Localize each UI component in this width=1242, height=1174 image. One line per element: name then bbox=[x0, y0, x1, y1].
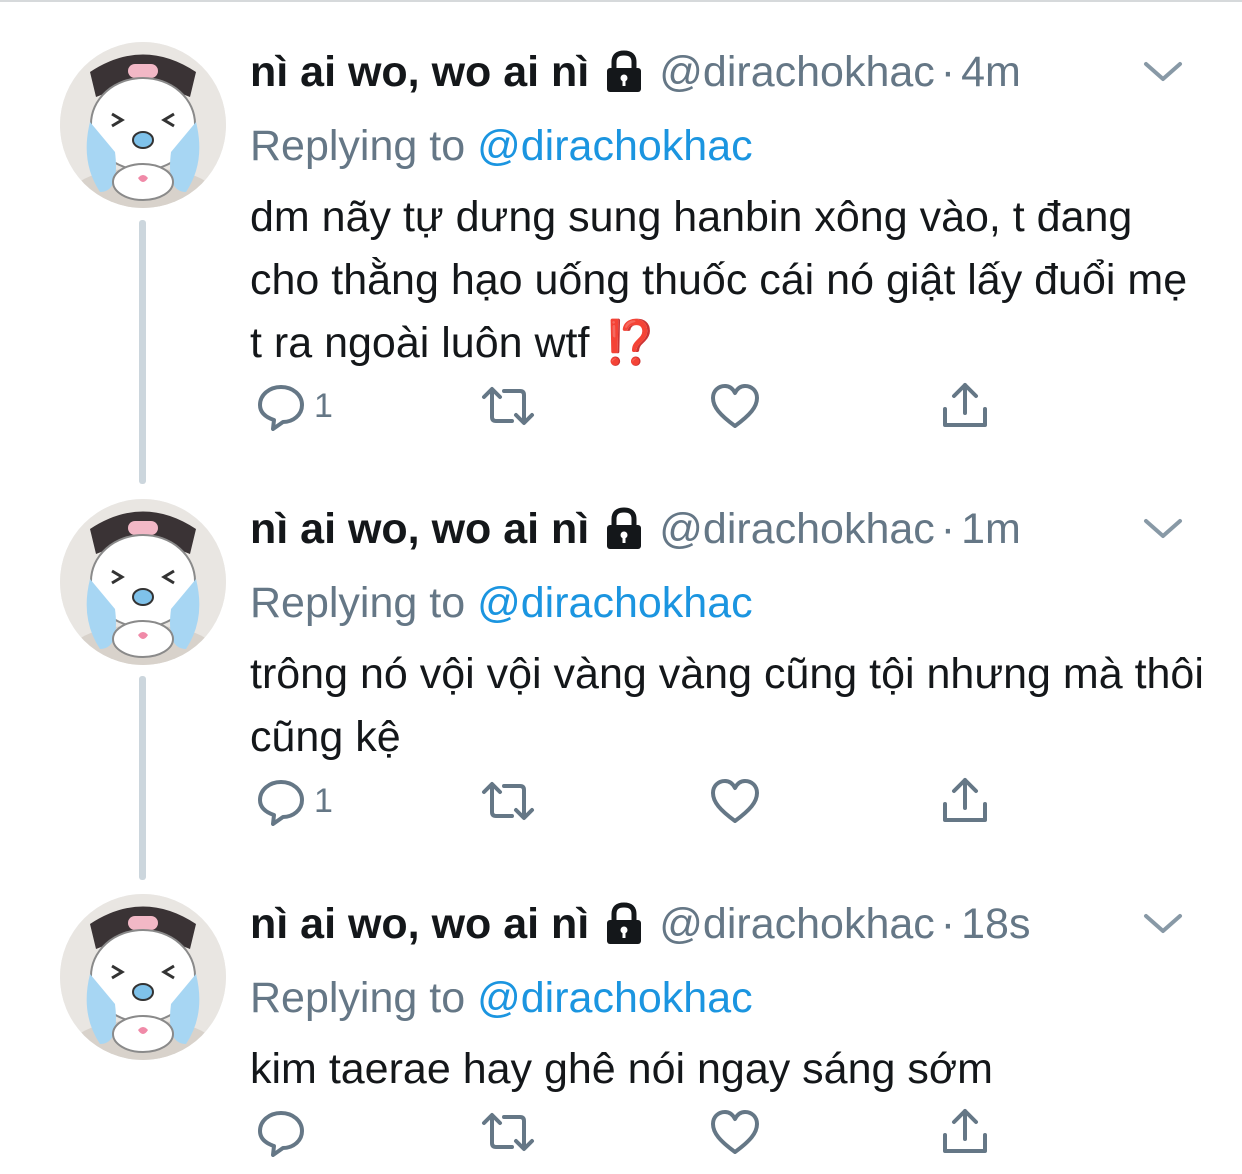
replying-mention[interactable]: @dirachokhac bbox=[477, 122, 753, 170]
replying-to: Replying to @dirachokhac bbox=[250, 573, 753, 633]
retweet-icon bbox=[480, 1107, 536, 1157]
replying-label: Replying to bbox=[250, 579, 466, 627]
display-name[interactable]: nì ai wo, wo ai nì bbox=[250, 499, 589, 559]
share-button[interactable] bbox=[940, 376, 990, 436]
retweet-button[interactable] bbox=[480, 376, 536, 436]
share-button[interactable] bbox=[940, 771, 990, 831]
tweet-header: nì ai wo, wo ai nì @dirachokhac · 4m bbox=[250, 42, 1021, 102]
like-button[interactable] bbox=[710, 1102, 760, 1162]
chevron-down-icon[interactable] bbox=[1140, 511, 1186, 545]
heart-icon bbox=[710, 776, 760, 826]
chevron-down-icon[interactable] bbox=[1140, 54, 1186, 88]
interrobang-emoji: ⁉️ bbox=[603, 319, 657, 367]
tweet-text: dm nãy tự dưng sung hanbin xông vào, t đ… bbox=[250, 186, 1210, 375]
reply-button[interactable] bbox=[256, 1102, 306, 1162]
lock-icon bbox=[603, 50, 645, 94]
like-button[interactable] bbox=[710, 771, 760, 831]
lock-icon bbox=[603, 902, 645, 946]
separator-dot: · bbox=[940, 505, 956, 553]
avatar[interactable] bbox=[60, 499, 226, 665]
reply-icon bbox=[256, 776, 306, 826]
share-button[interactable] bbox=[940, 1102, 990, 1162]
separator-dot: · bbox=[940, 900, 956, 948]
reply-count: 1 bbox=[314, 781, 333, 820]
tweet-text: trông nó vội vội vàng vàng cũng tội nhưn… bbox=[250, 643, 1210, 769]
tweet-text-content: dm nãy tự dưng sung hanbin xông vào, t đ… bbox=[250, 193, 1188, 367]
tweet-text-content: kim taerae hay ghê nói ngay sáng sớm bbox=[250, 1045, 993, 1093]
like-button[interactable] bbox=[710, 376, 760, 436]
replying-mention[interactable]: @dirachokhac bbox=[477, 579, 753, 627]
display-name[interactable]: nì ai wo, wo ai nì bbox=[250, 42, 589, 102]
replying-to: Replying to @dirachokhac bbox=[250, 968, 753, 1028]
chevron-down-icon[interactable] bbox=[1140, 906, 1186, 940]
reply-button[interactable]: 1 bbox=[256, 376, 333, 436]
tweet[interactable]: nì ai wo, wo ai nì @dirachokhac · 4m Rep… bbox=[0, 24, 1242, 464]
reply-icon bbox=[256, 1107, 306, 1157]
retweet-icon bbox=[480, 381, 536, 431]
display-name[interactable]: nì ai wo, wo ai nì bbox=[250, 894, 589, 954]
handle[interactable]: @dirachokhac bbox=[659, 894, 935, 954]
handle[interactable]: @dirachokhac bbox=[659, 42, 935, 102]
reply-icon bbox=[256, 381, 306, 431]
share-icon bbox=[940, 776, 990, 826]
share-icon bbox=[940, 1107, 990, 1157]
replying-label: Replying to bbox=[250, 974, 466, 1022]
action-bar: 1 bbox=[250, 376, 1150, 436]
top-divider bbox=[0, 0, 1242, 2]
heart-icon bbox=[710, 381, 760, 431]
reply-button[interactable]: 1 bbox=[256, 771, 333, 831]
tweet[interactable]: nì ai wo, wo ai nì @dirachokhac · 18s Re… bbox=[0, 876, 1242, 1174]
avatar[interactable] bbox=[60, 894, 226, 1060]
replying-mention[interactable]: @dirachokhac bbox=[477, 974, 753, 1022]
action-bar: 1 bbox=[250, 771, 1150, 831]
tweet-header: nì ai wo, wo ai nì @dirachokhac · 1m bbox=[250, 499, 1021, 559]
retweet-button[interactable] bbox=[480, 771, 536, 831]
heart-icon bbox=[710, 1107, 760, 1157]
timestamp[interactable]: 1m bbox=[961, 499, 1021, 559]
reply-count: 1 bbox=[314, 386, 333, 425]
action-bar bbox=[250, 1102, 1150, 1162]
lock-icon bbox=[603, 507, 645, 551]
retweet-icon bbox=[480, 776, 536, 826]
tweet-header: nì ai wo, wo ai nì @dirachokhac · 18s bbox=[250, 894, 1030, 954]
replying-to: Replying to @dirachokhac bbox=[250, 116, 753, 176]
tweet-text: kim taerae hay ghê nói ngay sáng sớm bbox=[250, 1038, 1210, 1101]
avatar[interactable] bbox=[60, 42, 226, 208]
retweet-button[interactable] bbox=[480, 1102, 536, 1162]
tweet[interactable]: nì ai wo, wo ai nì @dirachokhac · 1m Rep… bbox=[0, 481, 1242, 871]
handle[interactable]: @dirachokhac bbox=[659, 499, 935, 559]
separator-dot: · bbox=[940, 48, 956, 96]
timestamp[interactable]: 18s bbox=[961, 894, 1030, 954]
tweet-text-content: trông nó vội vội vàng vàng cũng tội nhưn… bbox=[250, 650, 1204, 761]
replying-label: Replying to bbox=[250, 122, 466, 170]
timestamp[interactable]: 4m bbox=[961, 42, 1021, 102]
share-icon bbox=[940, 381, 990, 431]
